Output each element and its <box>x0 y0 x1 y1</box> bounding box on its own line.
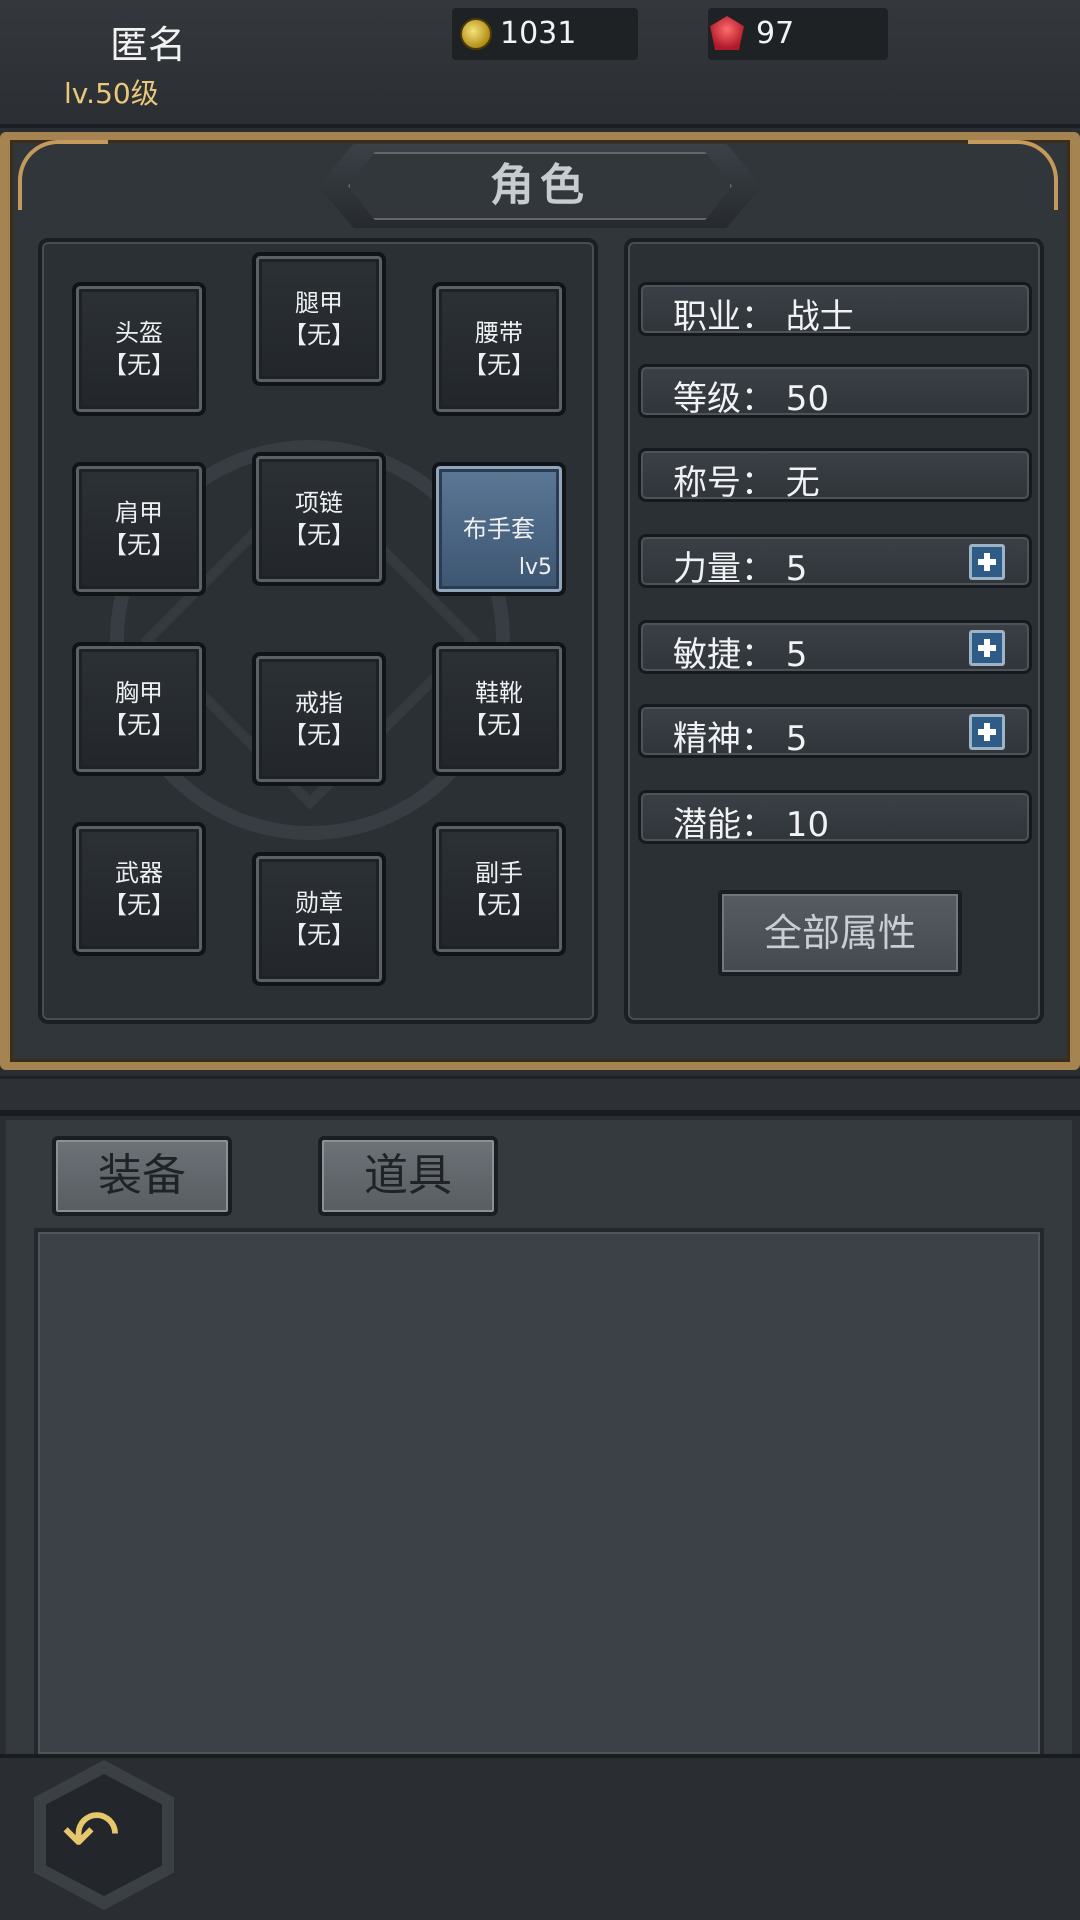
stat-strength-label: 力量： 5 <box>673 549 808 589</box>
stat-strength: 力量： 5 <box>638 534 1032 589</box>
slot-chest[interactable]: 胸甲 【无】 <box>72 642 206 776</box>
slot-state: 【无】 <box>103 711 175 739</box>
gem-value: 97 <box>756 16 795 51</box>
red-gem-icon <box>710 16 744 50</box>
slot-level: lv5 <box>518 555 552 580</box>
slot-name: 肩甲 <box>115 499 163 527</box>
stat-level-label: 等级： 50 <box>673 379 830 419</box>
slot-name: 戒指 <box>295 689 343 717</box>
gold-counter: 1031 <box>452 8 638 60</box>
agility-plus-button[interactable] <box>969 630 1005 666</box>
slot-state: 【无】 <box>103 351 175 379</box>
slot-state: 【无】 <box>103 531 175 559</box>
slot-state: 【无】 <box>463 891 535 919</box>
slot-state: 【无】 <box>283 521 355 549</box>
slot-name: 项链 <box>295 489 343 517</box>
stat-agility: 敏捷： 5 <box>638 620 1032 675</box>
slot-necklace[interactable]: 项链 【无】 <box>252 452 386 586</box>
slot-name: 胸甲 <box>115 679 163 707</box>
inventory-list[interactable] <box>34 1228 1044 1754</box>
slot-gloves[interactable]: 布手套 lv5 <box>432 462 566 596</box>
panel-title: 角色 <box>490 160 590 211</box>
slot-state: 【无】 <box>463 351 535 379</box>
all-attributes-button[interactable]: 全部属性 <box>718 890 962 976</box>
stat-potential-label: 潜能： 10 <box>673 805 830 845</box>
stat-spirit-label: 精神： 5 <box>673 719 808 759</box>
stat-class: 职业： 战士 <box>638 282 1032 337</box>
strength-plus-button[interactable] <box>969 544 1005 580</box>
slot-name: 布手套 <box>463 515 535 543</box>
slot-name: 腿甲 <box>295 289 343 317</box>
slot-state: 【无】 <box>283 721 355 749</box>
back-arrow-icon: ↶ <box>62 1794 121 1876</box>
stat-agility-label: 敏捷： 5 <box>673 635 808 675</box>
slot-state: 【无】 <box>103 891 175 919</box>
stat-title-label: 称号： 无 <box>673 463 820 503</box>
slot-name: 腰带 <box>475 319 523 347</box>
slot-medal[interactable]: 勋章 【无】 <box>252 852 386 986</box>
slot-shoulder[interactable]: 肩甲 【无】 <box>72 462 206 596</box>
spirit-plus-button[interactable] <box>969 714 1005 750</box>
stat-level: 等级： 50 <box>638 364 1032 419</box>
slot-name: 武器 <box>115 859 163 887</box>
tab-equipment[interactable]: 装备 <box>52 1136 232 1216</box>
stat-potential: 潜能： 10 <box>638 790 1032 845</box>
player-name: 匿名 <box>110 23 187 67</box>
slot-belt[interactable]: 腰带 【无】 <box>432 282 566 416</box>
slot-ring[interactable]: 戒指 【无】 <box>252 652 386 786</box>
gem-counter: 97 <box>708 8 888 60</box>
stat-spirit: 精神： 5 <box>638 704 1032 759</box>
slot-name: 副手 <box>475 859 523 887</box>
slot-weapon[interactable]: 武器 【无】 <box>72 822 206 956</box>
slot-legs[interactable]: 腿甲 【无】 <box>252 252 386 386</box>
player-level: lv.50级 <box>64 77 159 110</box>
gold-value: 1031 <box>500 16 577 51</box>
slot-name: 头盔 <box>115 319 163 347</box>
slot-state: 【无】 <box>283 321 355 349</box>
slot-name: 鞋靴 <box>475 679 523 707</box>
slot-boots[interactable]: 鞋靴 【无】 <box>432 642 566 776</box>
tab-items[interactable]: 道具 <box>318 1136 498 1216</box>
stat-title: 称号： 无 <box>638 448 1032 503</box>
slot-offhand[interactable]: 副手 【无】 <box>432 822 566 956</box>
slot-name: 勋章 <box>295 889 343 917</box>
slot-state: 【无】 <box>463 711 535 739</box>
stat-class-label: 职业： 战士 <box>673 297 854 337</box>
corner-ornament-icon <box>18 140 108 210</box>
slot-helmet[interactable]: 头盔 【无】 <box>72 282 206 416</box>
slot-state: 【无】 <box>283 921 355 949</box>
gold-coin-icon <box>460 18 492 50</box>
corner-ornament-icon <box>968 140 1058 210</box>
inventory-divider <box>0 1076 1080 1116</box>
